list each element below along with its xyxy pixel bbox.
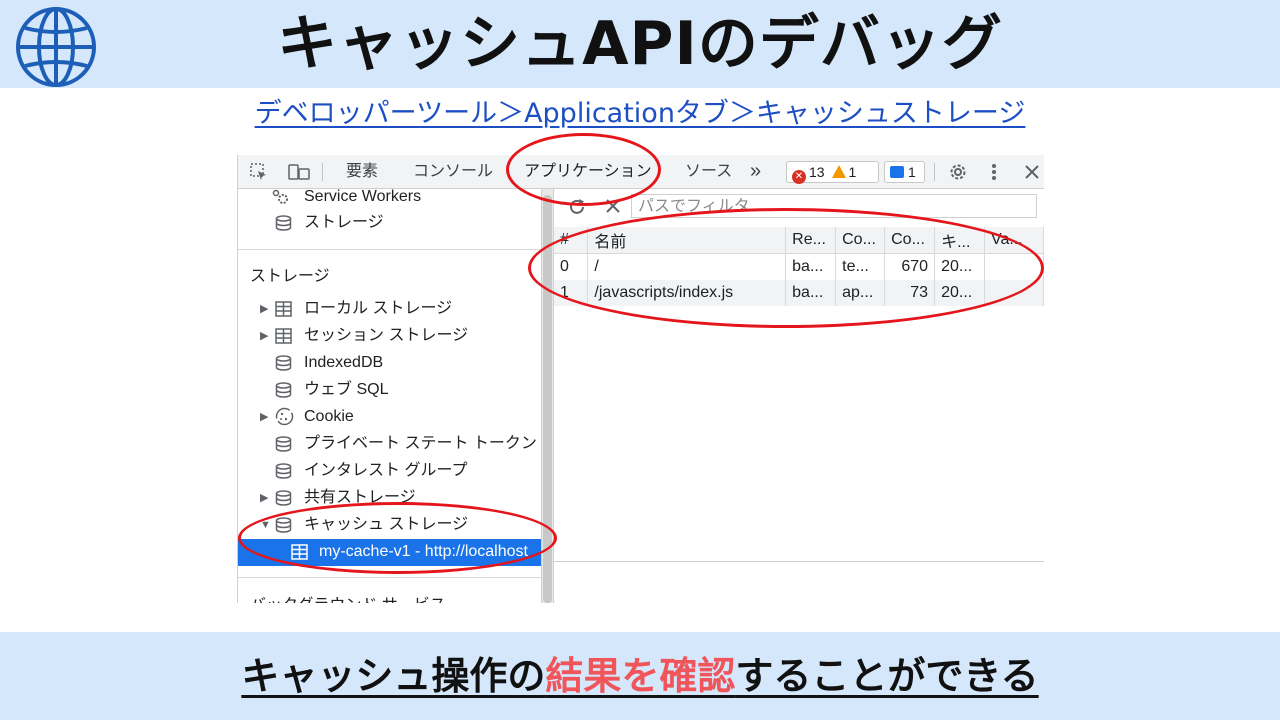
close-icon[interactable] xyxy=(1024,164,1040,180)
database-icon xyxy=(275,436,292,452)
sidebar-item-label: セッション ストレージ xyxy=(304,327,469,344)
table-icon xyxy=(275,328,292,344)
sidebar-item-web-sql[interactable]: ウェブ SQL xyxy=(238,377,541,403)
database-icon xyxy=(275,355,292,371)
kebab-menu-icon[interactable] xyxy=(990,163,998,181)
breadcrumb-text: デベロッパーツール＞Applicationタブ＞キャッシュストレージ xyxy=(254,98,1026,129)
sidebar-item-session-storage[interactable]: ▶ セッション ストレージ xyxy=(238,323,541,349)
preview-divider xyxy=(554,561,1044,562)
expand-arrow-icon[interactable]: ▶ xyxy=(260,296,268,322)
database-icon xyxy=(275,490,292,506)
section-divider xyxy=(238,577,541,578)
sidebar-item-indexeddb[interactable]: IndexedDB xyxy=(238,350,541,376)
sidebar-item-interest-groups[interactable]: インタレスト グループ xyxy=(238,458,541,484)
footer-caption: キャッシュ操作の結果を確認することができる xyxy=(0,632,1280,720)
caption-highlight: 結果を確認 xyxy=(545,654,736,698)
device-toolbar-icon[interactable] xyxy=(288,163,310,181)
database-icon xyxy=(275,463,292,479)
expand-arrow-icon[interactable]: ▶ xyxy=(260,485,268,511)
caption-end: することができる xyxy=(735,654,1039,698)
highlight-application-tab xyxy=(506,133,661,206)
page-title: キャッシュAPIのデバッグ xyxy=(277,9,1003,79)
sidebar-item-label: ローカル ストレージ xyxy=(304,300,453,317)
settings-gear-icon[interactable] xyxy=(948,162,968,182)
sidebar-item-local-storage[interactable]: ▶ ローカル ストレージ xyxy=(238,296,541,322)
sidebar-item-label: ストレージ xyxy=(304,214,384,231)
inspect-element-icon[interactable] xyxy=(250,163,268,181)
section-title-background-services: バックグラウンド サービス xyxy=(250,591,446,603)
caption-start: キャッシュ操作の xyxy=(241,654,546,698)
table-icon xyxy=(275,301,292,317)
globe-icon xyxy=(16,7,96,87)
expand-arrow-icon[interactable]: ▶ xyxy=(260,323,268,349)
issue-counters[interactable]: ✕ 13 1 xyxy=(786,161,879,184)
sidebar-item-storage-overview[interactable]: ストレージ xyxy=(238,210,541,236)
highlight-cache-storage xyxy=(238,502,557,574)
breadcrumb: デベロッパーツール＞Applicationタブ＞キャッシュストレージ xyxy=(0,91,1280,130)
gear-icon xyxy=(272,189,288,204)
sidebar-item-label: ウェブ SQL xyxy=(304,381,389,398)
sidebar-item-label: インタレスト グループ xyxy=(304,462,468,479)
sidebar-item-service-workers[interactable]: Service Workers xyxy=(238,184,541,210)
message-icon xyxy=(890,166,904,178)
cookie-icon xyxy=(275,407,294,426)
highlight-cache-entries xyxy=(528,208,1044,328)
toolbar-divider xyxy=(934,163,935,181)
sidebar-item-label: Service Workers xyxy=(304,188,422,205)
more-tabs-button[interactable]: » xyxy=(750,155,761,188)
toolbar-divider xyxy=(322,163,323,181)
database-icon xyxy=(275,215,292,231)
sidebar-item-label: Cookie xyxy=(304,408,354,425)
warning-icon xyxy=(832,165,847,178)
section-title-storage: ストレージ xyxy=(250,268,330,285)
tab-sources[interactable]: ソース xyxy=(685,155,732,188)
messages-counter[interactable]: 1 xyxy=(884,161,925,183)
error-icon: ✕ xyxy=(792,170,806,184)
warning-count: 1 xyxy=(848,164,857,180)
sidebar-item-label: プライベート ステート トークン xyxy=(304,435,537,452)
sidebar-item-label: IndexedDB xyxy=(304,354,384,371)
database-icon xyxy=(275,382,292,398)
section-divider xyxy=(238,249,541,250)
sidebar-item-private-state-tokens[interactable]: プライベート ステート トークン xyxy=(238,431,541,457)
error-count: 13 xyxy=(809,164,825,180)
sidebar-item-cookie[interactable]: ▶ Cookie xyxy=(238,404,541,430)
expand-arrow-icon[interactable]: ▶ xyxy=(260,404,268,430)
footer-caption-text: キャッシュ操作の結果を確認することができる xyxy=(241,654,1038,698)
message-count: 1 xyxy=(908,164,916,180)
